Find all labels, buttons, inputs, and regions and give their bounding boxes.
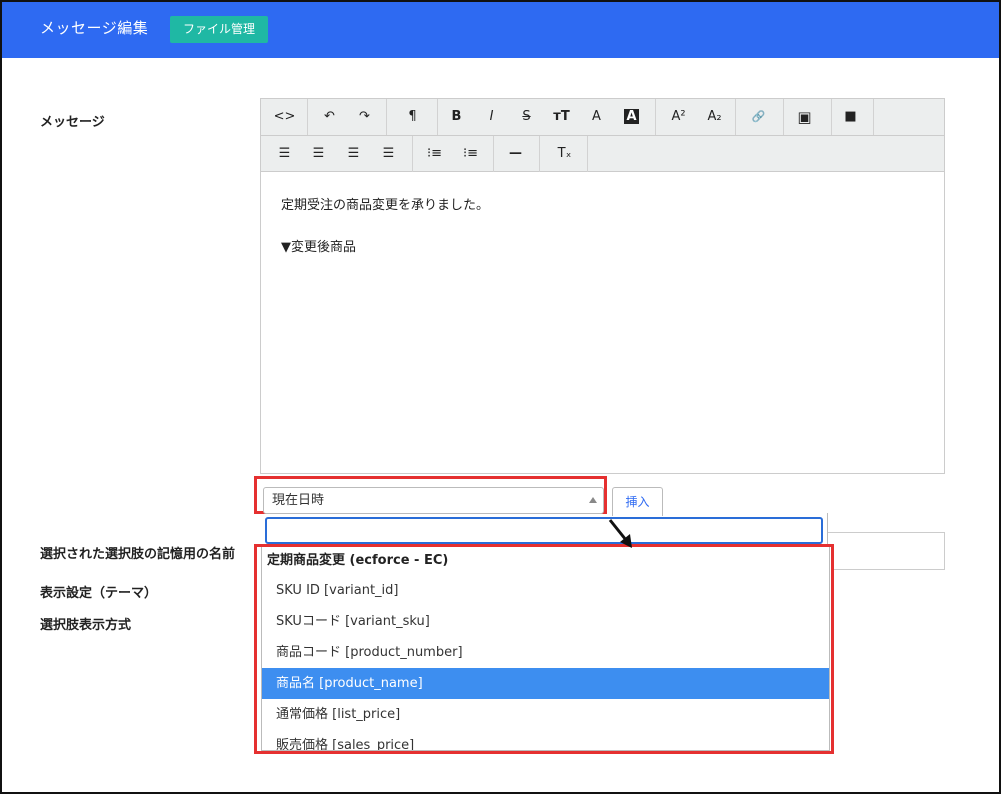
toolbar-separator [412,136,413,172]
rich-text-editor: <> ↶ ↷ ¶ B I S тT A A A² A₂ 🔗 ▣ ■ ☰ ☰ ☰ … [260,98,945,474]
image-icon[interactable]: ▣ [787,99,822,135]
editor-content[interactable]: 定期受注の商品変更を承りました。 ▼変更後商品 [281,195,489,279]
toolbar-separator [783,99,784,135]
variable-select-value: 現在日時 [272,493,325,508]
font-size-icon[interactable]: тT [544,99,579,135]
variable-select[interactable]: 現在日時 [263,487,604,514]
clear-format-icon[interactable]: Tₓ [547,136,582,172]
variable-dropdown-list: 定期商品変更 (ecforce - EC) SKU ID [variant_id… [261,547,830,751]
video-icon[interactable]: ■ [833,99,868,135]
choice-display-label: 選択肢表示方式 [40,618,132,633]
strikethrough-icon[interactable]: S [509,99,544,135]
link-icon[interactable]: 🔗 [741,99,776,135]
toolbar-separator [587,136,588,172]
editor-line: ▼変更後商品 [281,240,356,255]
toolbar-separator [386,99,387,135]
paragraph-icon[interactable]: ¶ [395,99,430,135]
editor-toolbar-row-1: <> ↶ ↷ ¶ B I S тT A A A² A₂ 🔗 ▣ ■ [261,99,944,136]
toolbar-separator [831,99,832,135]
editor-line: 定期受注の商品変更を承りました。 [281,198,490,213]
align-left-icon[interactable]: ☰ [267,136,302,172]
bullet-list-icon[interactable]: ⁝≡ [417,136,452,172]
page-title: メッセージ編集 [40,19,149,37]
file-management-button[interactable]: ファイル管理 [170,16,268,43]
choice-name-label: 選択された選択肢の記憶用の名前 [40,547,236,562]
editor-toolbar-row-2: ☰ ☰ ☰ ☰ ⁝≡ ⁝≡ — Tₓ [261,136,944,172]
variable-select-highlight: 現在日時 [254,476,607,514]
undo-icon[interactable]: ↶ [312,99,347,135]
toolbar-separator [735,99,736,135]
app-header: メッセージ編集 ファイル管理 [2,2,999,58]
dropdown-group-label: 定期商品変更 (ecforce - EC) [267,553,449,568]
choice-name-input[interactable] [828,532,945,570]
redo-icon[interactable]: ↷ [347,99,382,135]
toolbar-separator [539,136,540,172]
dropdown-option[interactable]: 通常価格 [list_price] [262,699,829,730]
toolbar-separator [437,99,438,135]
highlight-glyph: A [624,109,639,124]
dropdown-option-highlighted[interactable]: 商品名 [product_name] [262,668,829,699]
variable-dropdown-highlight: 定期商品変更 (ecforce - EC) SKU ID [variant_id… [254,544,834,754]
code-view-icon[interactable]: <> [267,99,302,135]
bold-icon[interactable]: B [439,99,474,135]
highlight-color-icon[interactable]: A [614,99,649,135]
toolbar-separator [493,136,494,172]
italic-icon[interactable]: I [474,99,509,135]
dropdown-option[interactable]: 商品コード [product_number] [262,637,829,668]
dropdown-option[interactable]: SKUコード [variant_sku] [262,606,829,637]
font-color-icon[interactable]: A [579,99,614,135]
toolbar-separator [873,99,874,135]
toolbar-separator [307,99,308,135]
align-center-icon[interactable]: ☰ [301,136,336,172]
message-label: メッセージ [40,115,105,130]
justify-icon[interactable]: ☰ [371,136,406,172]
select-arrow-icon [589,497,597,503]
numbered-list-icon[interactable]: ⁝≡ [453,136,488,172]
pointer-arrow-icon [608,519,632,548]
display-theme-label: 表示設定（テーマ） [40,586,158,601]
superscript-icon[interactable]: A² [661,99,696,135]
insert-button[interactable]: 挿入 [612,487,663,516]
subscript-icon[interactable]: A₂ [697,99,732,135]
dropdown-option[interactable]: SKU ID [variant_id] [262,575,829,606]
dropdown-option[interactable]: 販売価格 [sales_price] [262,730,829,750]
toolbar-separator [655,99,656,135]
horizontal-rule-icon[interactable]: — [498,136,533,172]
align-right-icon[interactable]: ☰ [336,136,371,172]
dropdown-search-input[interactable] [265,517,823,544]
